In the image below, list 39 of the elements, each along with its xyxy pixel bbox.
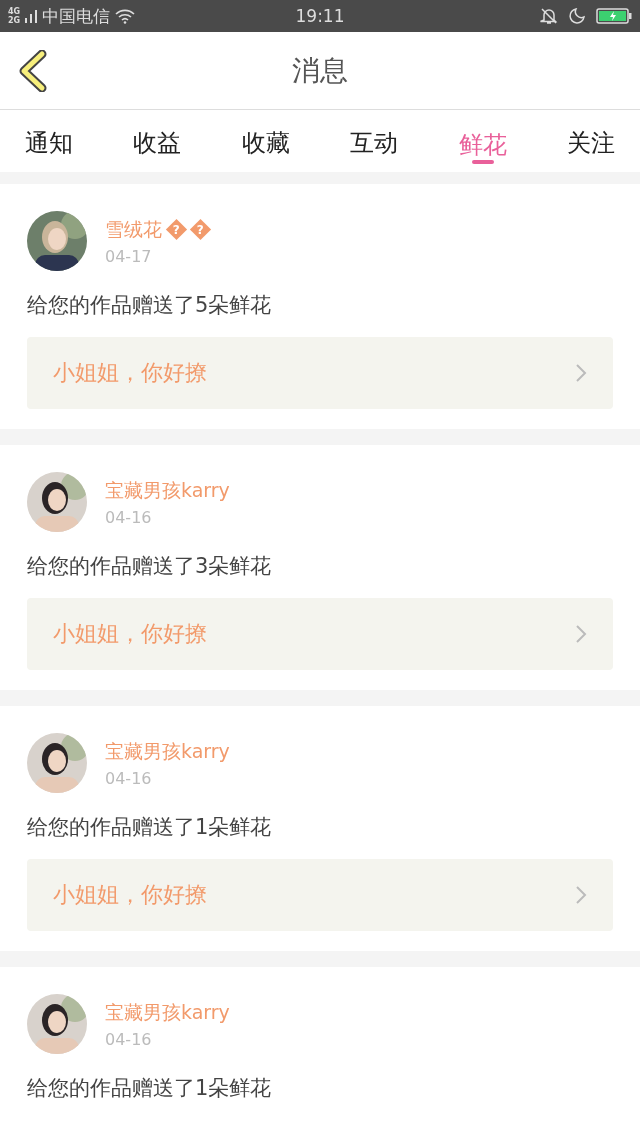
- message-text: 给您的作品赠送了1朵鲜花: [27, 1075, 273, 1102]
- work-link-bar[interactable]: 小姐姐，你好撩: [27, 859, 613, 931]
- muted-bell-icon: [540, 7, 558, 25]
- user-name[interactable]: 宝藏男孩karry: [105, 477, 230, 504]
- chevron-right-icon: [575, 624, 587, 644]
- user-name[interactable]: 雪绒花: [105, 216, 162, 243]
- carrier-name: 中国电信: [42, 4, 111, 28]
- message-date: 04-16: [105, 507, 153, 527]
- message-date: 04-16: [105, 1029, 153, 1049]
- message-text: 给您的作品赠送了1朵鲜花: [27, 814, 273, 841]
- back-icon[interactable]: [18, 50, 48, 92]
- battery-icon: [596, 7, 632, 25]
- tab[interactable]: 鲜花: [446, 110, 519, 168]
- unknown-character-mark: ?: [189, 218, 212, 241]
- page-title: 消息: [292, 52, 348, 89]
- tab[interactable]: 收藏: [229, 110, 302, 168]
- work-link-bar[interactable]: 小姐姐，你好撩: [27, 598, 613, 670]
- message-date: 04-16: [105, 768, 153, 788]
- work-link-bar[interactable]: 小姐姐，你好撩: [27, 337, 613, 409]
- chevron-right-icon: [575, 885, 587, 905]
- signal-icon: [24, 8, 39, 24]
- tab[interactable]: 关注: [554, 110, 627, 168]
- wifi-icon: [114, 8, 137, 24]
- message-date: 04-17: [105, 246, 153, 266]
- work-title: 小姐姐，你好撩: [53, 620, 207, 648]
- work-title: 小姐姐，你好撩: [53, 359, 207, 387]
- message-text: 给您的作品赠送了5朵鲜花: [27, 292, 273, 319]
- user-name[interactable]: 宝藏男孩karry: [105, 738, 230, 765]
- clock-time: 19:11: [294, 6, 346, 26]
- moon-icon: [568, 7, 586, 25]
- tab[interactable]: 互动: [338, 110, 411, 168]
- user-name[interactable]: 宝藏男孩karry: [105, 999, 230, 1026]
- unknown-character-mark: ?: [165, 218, 188, 241]
- tab[interactable]: 收益: [121, 110, 194, 168]
- tab[interactable]: 通知: [13, 110, 85, 168]
- network-label: 4G 2G: [8, 7, 21, 25]
- work-title: 小姐姐，你好撩: [53, 881, 207, 909]
- chevron-right-icon: [575, 363, 587, 383]
- message-text: 给您的作品赠送了3朵鲜花: [27, 553, 273, 580]
